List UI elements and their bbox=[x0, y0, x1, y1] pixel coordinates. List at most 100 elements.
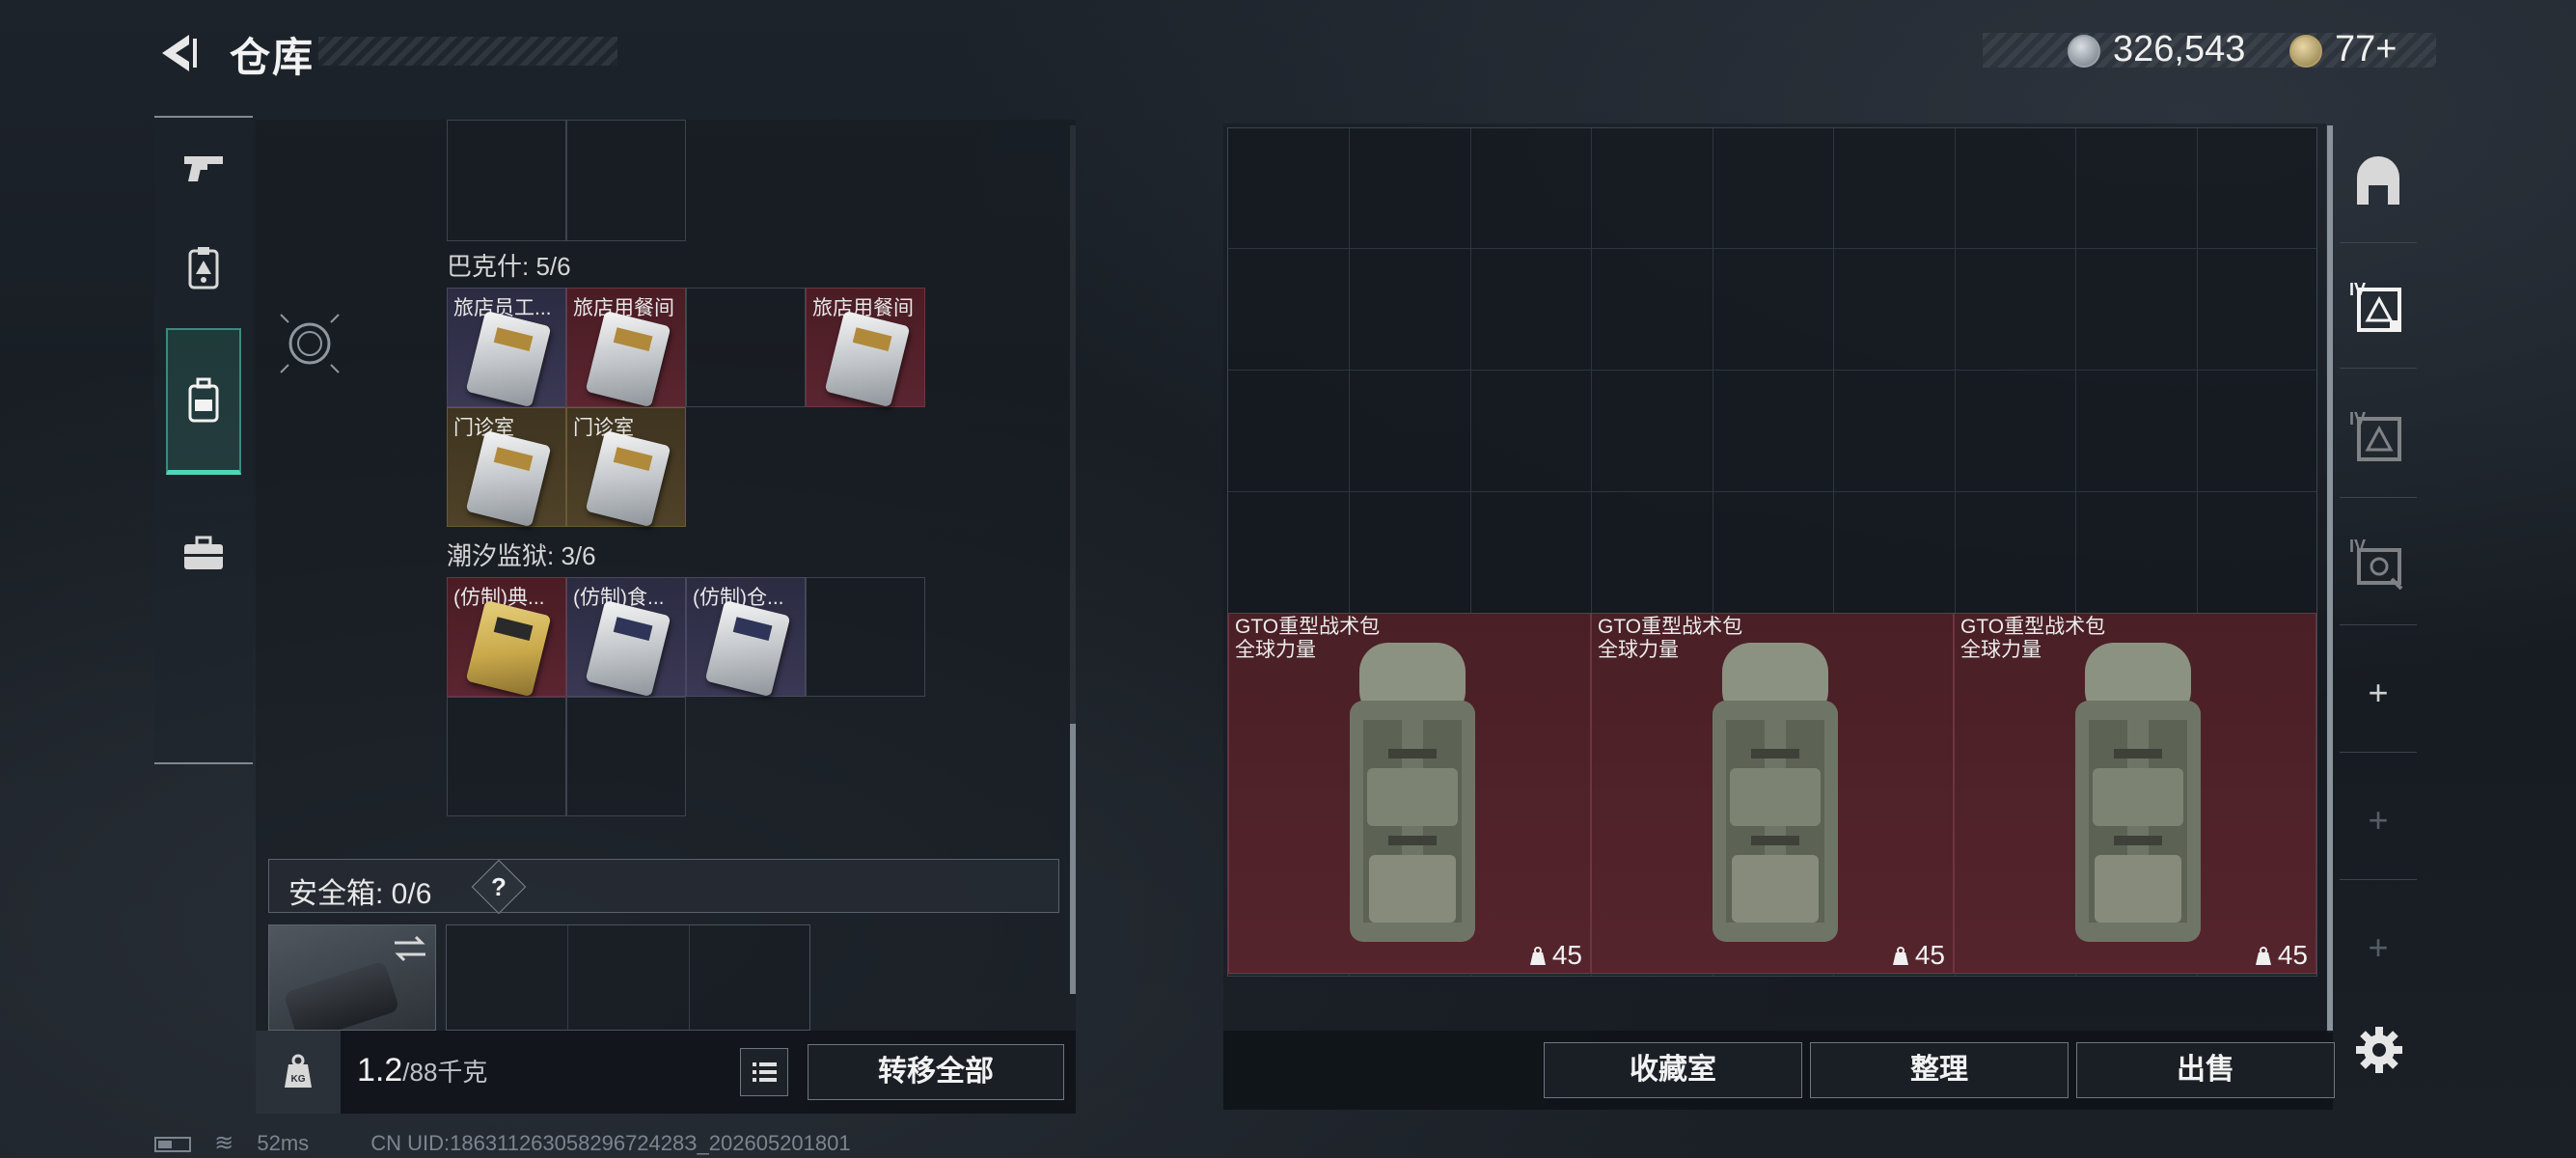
battery-icon bbox=[154, 1137, 191, 1153]
keycard-icon bbox=[188, 247, 219, 290]
swap-icon[interactable] bbox=[391, 933, 429, 964]
weight-icon-box: KG bbox=[256, 1031, 341, 1114]
stash-grid[interactable]: GTO重型战术包 全球力量 45 GTO重型战术包 全球力量 45 GTO重型战… bbox=[1227, 127, 2317, 977]
stash-page-2[interactable]: IV bbox=[2340, 249, 2417, 369]
wifi-icon: ≋ bbox=[214, 1130, 234, 1156]
stash-page-3[interactable]: IV bbox=[2340, 378, 2417, 498]
list-icon bbox=[753, 1062, 777, 1082]
inventory-scrollbar-thumb[interactable] bbox=[1070, 724, 1076, 994]
keycard-slot[interactable]: (仿制)食... bbox=[566, 577, 686, 698]
item-weight: 45 bbox=[1892, 940, 1945, 971]
keycard-slot[interactable]: (仿制)典... bbox=[447, 577, 566, 698]
backpack-icon bbox=[188, 377, 219, 422]
backpack-image bbox=[1350, 643, 1475, 942]
gold-coin-icon bbox=[2289, 35, 2322, 68]
nav-keys[interactable] bbox=[154, 218, 253, 318]
help-icon-symbol: ? bbox=[491, 872, 507, 901]
keycard-image bbox=[585, 310, 671, 408]
keycard-image bbox=[465, 599, 552, 698]
back-arrow-icon[interactable] bbox=[154, 29, 203, 77]
section-label-bakhshi: 巴克什: 5/6 bbox=[447, 252, 571, 281]
section-label-tidal-prison: 潮汐监狱: 3/6 bbox=[447, 541, 596, 570]
add-stash-page-button[interactable]: + bbox=[2340, 633, 2417, 753]
keycard-slot[interactable]: 旅店用餐间 bbox=[806, 288, 925, 408]
weight-current: 1.2 bbox=[357, 1052, 403, 1089]
transfer-all-button[interactable]: 转移全部 bbox=[808, 1044, 1064, 1100]
keycard-image bbox=[704, 599, 791, 698]
crosshair-icon bbox=[280, 314, 340, 373]
stash-page-4[interactable]: IV bbox=[2340, 506, 2417, 625]
keycard-slot[interactable]: 门诊室 bbox=[447, 407, 566, 528]
stash-tier4-icon-3: IV bbox=[2349, 537, 2407, 594]
keycard-slot-empty[interactable] bbox=[686, 288, 806, 407]
list-view-button[interactable] bbox=[740, 1048, 788, 1096]
stash-action-bar: 收藏室 整理 出售 bbox=[1223, 1031, 2335, 1110]
ping-value: 52ms bbox=[257, 1131, 310, 1155]
keycard-slot-empty[interactable] bbox=[566, 697, 686, 816]
keycard-image bbox=[465, 310, 552, 408]
organize-button[interactable]: 整理 bbox=[1810, 1042, 2069, 1098]
weight-bar: KG 1.2/88千克 转移全部 bbox=[256, 1031, 1076, 1114]
nav-toolbox[interactable] bbox=[154, 504, 253, 604]
silver-coin-icon bbox=[2068, 35, 2100, 68]
title-decoration bbox=[318, 37, 617, 66]
weight-max: /88千克 bbox=[402, 1058, 488, 1087]
nav-weapons[interactable] bbox=[154, 118, 253, 218]
weight-small-icon bbox=[2255, 947, 2271, 965]
stash-page-main[interactable] bbox=[2340, 124, 2417, 243]
add-stash-page-disabled: + bbox=[2340, 888, 2417, 1007]
keycard-slot[interactable]: 门诊室 bbox=[566, 407, 686, 528]
stash-scrollbar[interactable] bbox=[2327, 125, 2333, 1033]
weight-small-icon bbox=[1892, 947, 1908, 965]
add-icon-disabled: + bbox=[2368, 927, 2389, 967]
keycard-slot[interactable]: 旅店员工... bbox=[447, 288, 566, 408]
status-footer: ≋ 52ms CN UID:18631126305829672428З_2026… bbox=[154, 1129, 868, 1157]
tier-label: IV bbox=[2349, 279, 2367, 299]
tier-label: IV bbox=[2349, 408, 2367, 428]
sell-button[interactable]: 出售 bbox=[2076, 1042, 2335, 1098]
keycard-image bbox=[465, 429, 552, 528]
add-icon-disabled: + bbox=[2368, 799, 2389, 840]
nav-backpack[interactable] bbox=[166, 328, 241, 475]
pistol-icon bbox=[184, 156, 223, 181]
keycard-image bbox=[585, 599, 671, 698]
keycard-slot[interactable]: (仿制)仓... bbox=[686, 577, 806, 698]
item-weight: 45 bbox=[1529, 940, 1582, 971]
gear-icon[interactable] bbox=[2352, 1023, 2406, 1077]
safe-box-slot[interactable] bbox=[268, 924, 436, 1031]
weight-small-icon bbox=[1529, 947, 1546, 965]
weight-value: 1.2/88千克 bbox=[357, 1052, 487, 1089]
safe-box-image bbox=[283, 960, 400, 1030]
keycard-image bbox=[824, 310, 911, 408]
page-title: 仓库 bbox=[230, 35, 315, 80]
stash-tier4-icon-2: IV bbox=[2349, 409, 2407, 467]
safe-box-header: 安全箱: 0/6 ? bbox=[268, 859, 1059, 915]
stash-page-sidebar: IV IV IV + + + bbox=[2340, 124, 2417, 1026]
currency-primary-value: 326,543 bbox=[2113, 29, 2246, 69]
stash-item-backpack[interactable]: GTO重型战术包 全球力量 45 bbox=[1591, 613, 1954, 974]
weight-icon: KG bbox=[285, 1054, 312, 1088]
help-icon[interactable]: ? bbox=[471, 859, 527, 915]
category-sidebar bbox=[154, 116, 253, 764]
tier-label: IV bbox=[2349, 536, 2367, 556]
keycard-slot-empty[interactable] bbox=[806, 577, 925, 697]
weight-icon-text: KG bbox=[291, 1074, 306, 1085]
item-weight: 45 bbox=[2255, 940, 2308, 971]
add-icon: + bbox=[2368, 672, 2389, 712]
stash-item-backpack[interactable]: GTO重型战术包 全球力量 45 bbox=[1228, 613, 1591, 974]
collection-room-button[interactable]: 收藏室 bbox=[1544, 1042, 1802, 1098]
backpack-image bbox=[1713, 643, 1838, 942]
keycard-image bbox=[585, 429, 671, 528]
safe-box-label: 安全箱: 0/6 bbox=[288, 878, 432, 910]
inventory-slot[interactable] bbox=[566, 120, 686, 241]
stash-item-backpack[interactable]: GTO重型战术包 全球力量 45 bbox=[1954, 613, 2316, 974]
keycard-slot-empty[interactable] bbox=[447, 697, 566, 816]
safe-box-grid[interactable] bbox=[446, 924, 810, 1031]
stash-tier4-icon-1: IV bbox=[2349, 280, 2407, 338]
keycard-slot[interactable]: 旅店用餐间 bbox=[566, 288, 686, 408]
currency-secondary-value[interactable]: 77+ bbox=[2335, 29, 2397, 70]
inventory-slot[interactable] bbox=[447, 120, 566, 241]
backpack-image bbox=[2075, 643, 2201, 942]
stash-icon bbox=[2357, 155, 2399, 205]
user-uid: CN UID:18631126305829672428З_20260520180… bbox=[370, 1131, 851, 1155]
